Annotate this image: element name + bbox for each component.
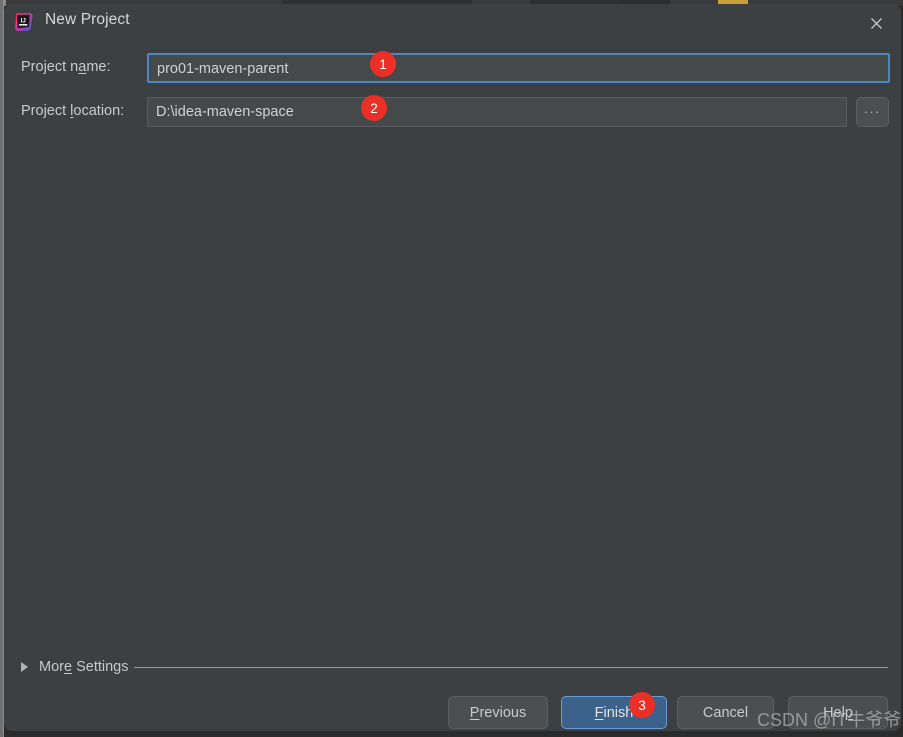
- chevron-right-icon: [21, 662, 28, 672]
- previous-button-label: Previous: [470, 705, 526, 721]
- dialog-titlebar: IJ New Project: [4, 4, 901, 40]
- previous-button[interactable]: Previous: [448, 696, 548, 729]
- help-button-label: Help: [823, 705, 853, 721]
- project-name-field[interactable]: pro01-maven-parent: [147, 53, 890, 83]
- more-settings-label: More Settings: [39, 659, 128, 675]
- more-settings-separator: [134, 667, 888, 668]
- help-button-mnemonic: p: [844, 704, 853, 721]
- ellipsis-icon: ...: [864, 101, 881, 116]
- intellij-idea-logo-icon: IJ: [14, 12, 34, 32]
- project-name-label-prefix: Project n: [21, 59, 79, 75]
- help-button-prefix: Hel: [823, 704, 845, 721]
- more-settings-toggle[interactable]: More Settings: [21, 657, 128, 677]
- project-name-label-suffix: me:: [86, 59, 111, 75]
- annotation-badge-2: 2: [361, 95, 387, 121]
- finish-button-label: Finish: [595, 705, 634, 721]
- project-name-label: Project name:: [21, 59, 110, 75]
- annotation-badge-1: 1: [370, 51, 396, 77]
- annotation-badge-3: 3: [629, 692, 655, 718]
- help-button[interactable]: Help: [788, 696, 888, 729]
- svg-text:IJ: IJ: [21, 17, 27, 24]
- close-icon[interactable]: [863, 10, 889, 36]
- project-location-label-suffix: ocation:: [73, 103, 125, 119]
- cancel-button[interactable]: Cancel: [677, 696, 774, 729]
- finish-button-mnemonic: F: [594, 704, 604, 721]
- project-location-label-prefix: Project: [21, 103, 71, 119]
- project-location-label: Project location:: [21, 103, 124, 119]
- cancel-button-label: Cancel: [702, 704, 749, 721]
- browse-location-button[interactable]: ...: [856, 97, 889, 127]
- desktop-background-left-edge-inner: [0, 0, 3, 737]
- dialog-title: New Project: [45, 11, 130, 28]
- new-project-dialog: IJ New Project Project name: pro01-maven…: [4, 4, 901, 731]
- previous-button-mnemonic: P: [469, 704, 480, 721]
- project-location-field[interactable]: D:\idea-maven-space: [147, 97, 847, 127]
- more-settings-label-prefix: Mor: [39, 659, 64, 675]
- more-settings-label-mnemonic: e: [63, 659, 73, 675]
- more-settings-label-suffix: Settings: [72, 659, 129, 675]
- previous-button-suffix: revious: [479, 704, 527, 721]
